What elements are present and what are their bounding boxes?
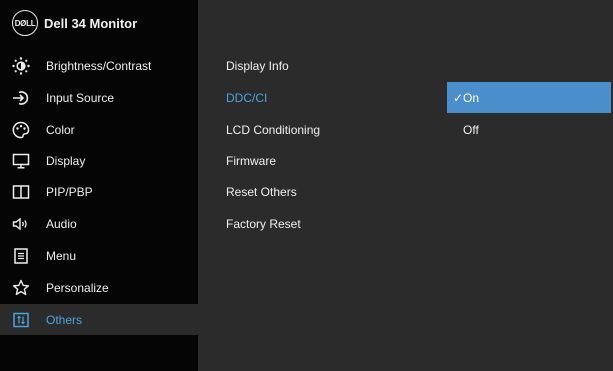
star-icon (10, 278, 32, 298)
color-palette-icon (10, 120, 32, 140)
sidebar-item-label: Menu (46, 248, 77, 263)
monitor-osd: DØLL Dell 34 Monitor Brightness/Contrast (0, 0, 613, 371)
sidebar-item-label: Display (46, 153, 86, 168)
monitor-model-title: Dell 34 Monitor (44, 15, 138, 31)
submenu-item-factory-reset[interactable]: Factory Reset (226, 208, 301, 239)
option-on[interactable]: ✓ On (447, 82, 611, 113)
submenu-item-display-info[interactable]: Display Info (226, 50, 289, 81)
sidebar-item-label: Others (46, 312, 83, 327)
submenu-item-ddc-ci[interactable]: DDC/CI (226, 82, 267, 113)
option-label: Off (463, 122, 479, 137)
input-source-icon (10, 88, 32, 108)
display-icon (10, 151, 32, 171)
sidebar-item-menu[interactable]: Menu (0, 240, 198, 271)
pip-pbp-icon (10, 182, 32, 202)
submenu-item-firmware[interactable]: Firmware (226, 145, 276, 176)
others-icon (10, 310, 32, 330)
dell-logo: DØLL (12, 10, 38, 36)
menu-icon (10, 246, 32, 266)
option-off[interactable]: Off (447, 114, 611, 145)
option-label: On (463, 90, 480, 105)
submenu-item-lcd-conditioning[interactable]: LCD Conditioning (226, 114, 320, 145)
sidebar-item-display[interactable]: Display (0, 145, 198, 176)
sidebar-item-label: Audio (46, 216, 77, 231)
submenu-item-reset-others[interactable]: Reset Others (226, 176, 297, 207)
sidebar-item-color[interactable]: Color (0, 114, 198, 145)
sidebar-item-personalize[interactable]: Personalize (0, 272, 198, 303)
brightness-icon (10, 56, 32, 76)
sidebar-item-brightness-contrast[interactable]: Brightness/Contrast (0, 50, 198, 81)
sidebar: DØLL Dell 34 Monitor Brightness/Contrast (0, 0, 198, 371)
sidebar-item-others[interactable]: Others (0, 304, 198, 335)
sidebar-item-pip-pbp[interactable]: PIP/PBP (0, 176, 198, 207)
sidebar-item-input-source[interactable]: Input Source (0, 82, 198, 113)
speaker-icon (10, 214, 32, 234)
sidebar-item-label: Personalize (46, 280, 109, 295)
sidebar-item-label: PIP/PBP (46, 184, 93, 199)
sidebar-item-audio[interactable]: Audio (0, 208, 198, 239)
sidebar-item-label: Brightness/Contrast (46, 58, 152, 73)
osd-header: DØLL Dell 34 Monitor (0, 0, 198, 46)
sidebar-item-label: Color (46, 122, 75, 137)
check-mark-icon: ✓ (453, 90, 464, 105)
sidebar-item-label: Input Source (46, 90, 115, 105)
